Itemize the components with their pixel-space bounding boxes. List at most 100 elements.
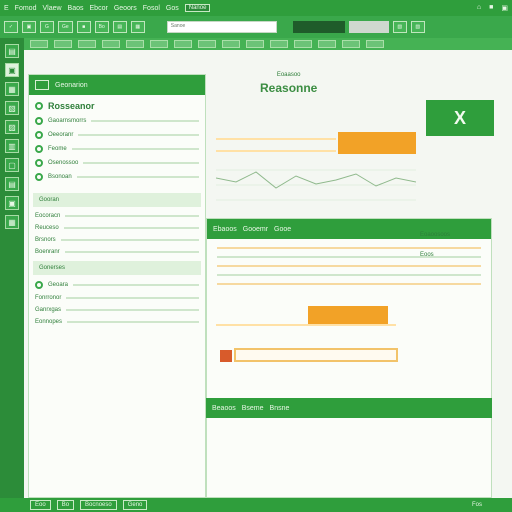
section-header-label: Gooran: [39, 197, 60, 203]
rail-icon[interactable]: ▣: [5, 196, 19, 210]
section-header[interactable]: Gonerses: [33, 261, 201, 275]
toolbar-button[interactable]: ▦: [130, 21, 145, 33]
list-item[interactable]: Geoara: [35, 281, 199, 289]
sheet-tab[interactable]: Eoo: [30, 500, 51, 510]
toolbar-button[interactable]: Ge: [58, 21, 73, 33]
list-item[interactable]: Bsonoan: [35, 173, 199, 181]
ribbon-cell[interactable]: [294, 40, 312, 48]
row-strip: [216, 132, 336, 140]
rail-icon[interactable]: ▥: [5, 139, 19, 153]
toolbar-button[interactable]: G: [40, 21, 54, 33]
menu-item[interactable]: Baos: [68, 5, 84, 12]
list-item[interactable]: Oeeoranr: [35, 131, 199, 139]
user-badge[interactable]: Nanoe: [184, 4, 211, 12]
menu-item[interactable]: Ebcor: [90, 5, 108, 12]
list-item-label: Oeeoranr: [48, 132, 74, 138]
progress-line: [76, 176, 199, 178]
ribbon-cell[interactable]: [342, 40, 360, 48]
list-item[interactable]: Osenossoo: [35, 159, 199, 167]
ribbon-cell[interactable]: [150, 40, 168, 48]
rail-icon[interactable]: ▧: [5, 101, 19, 115]
list-item[interactable]: Gaoarnsmorrs: [35, 117, 199, 125]
list-item[interactable]: Ganrxgas: [35, 307, 199, 313]
ribbon-cell[interactable]: [78, 40, 96, 48]
toolbar-button[interactable]: ▤: [112, 21, 127, 33]
list-item-label: Brsnors: [35, 237, 56, 243]
toolbar-button[interactable]: ▨: [410, 21, 425, 33]
rail-icon[interactable]: ▣: [5, 63, 19, 77]
section-header[interactable]: Gooran: [33, 193, 201, 207]
sheet-tab[interactable]: Geno: [122, 500, 148, 510]
left-rail: ▤ ▣ ▦ ▧ ▨ ▥ ▢ ▤ ▣ ▦: [0, 38, 24, 512]
home-icon[interactable]: ⌂: [477, 4, 481, 12]
progress-line: [83, 162, 199, 164]
toolbar-button[interactable]: ■: [76, 21, 91, 33]
progress-line: [66, 309, 199, 311]
left-panel-header: Geonarion: [29, 75, 205, 95]
toolbar-button[interactable]: Bo: [94, 21, 109, 33]
ribbon-cell[interactable]: [30, 40, 48, 48]
menu-item[interactable]: Gos: [166, 5, 179, 12]
menu-item[interactable]: Fosol: [143, 5, 160, 12]
section-2-item[interactable]: Bseme: [242, 405, 264, 412]
maximize-icon[interactable]: ■: [489, 4, 493, 12]
list-item[interactable]: Brsnors: [35, 237, 199, 243]
rail-icon[interactable]: ▨: [5, 120, 19, 134]
list-item[interactable]: Feome: [35, 145, 199, 153]
main-panel-item[interactable]: Gooemr: [243, 226, 268, 233]
list-item[interactable]: Fonrronor: [35, 295, 199, 301]
section-header-label: Gonerses: [39, 265, 66, 271]
ribbon-cell[interactable]: [318, 40, 336, 48]
toolbar-button[interactable]: ✓: [4, 21, 18, 33]
rail-icon[interactable]: ▢: [5, 158, 19, 172]
list-item-label: Gaoarnsmorrs: [48, 118, 87, 124]
list-item-label: Geoara: [48, 282, 69, 288]
sheet-tab[interactable]: Bocnoeso: [80, 500, 117, 510]
ribbon-cell[interactable]: [270, 40, 288, 48]
highlight-cell[interactable]: [338, 132, 416, 154]
menu-item[interactable]: Vlaew: [42, 5, 61, 12]
toolbar-button[interactable]: ▧: [392, 21, 407, 33]
table-row[interactable]: [217, 274, 481, 276]
main-panel-item[interactable]: Gooe: [274, 226, 291, 233]
sheet-tab[interactable]: Bo: [56, 500, 75, 510]
ribbon-cell[interactable]: [126, 40, 144, 48]
menu-item[interactable]: Geoors: [114, 5, 137, 12]
ribbon-cell[interactable]: [198, 40, 216, 48]
rail-icon[interactable]: ▤: [5, 177, 19, 191]
rail-icon[interactable]: ▤: [5, 44, 19, 58]
right-label: Eoaoosoos: [420, 232, 451, 238]
app-icon[interactable]: E: [4, 5, 9, 12]
rail-icon[interactable]: ▦: [5, 215, 19, 229]
list-item-label: Feome: [48, 146, 67, 152]
right-label: Eoos: [420, 252, 434, 258]
logo-text: X: [453, 107, 466, 128]
ribbon-cell[interactable]: [366, 40, 384, 48]
progress-line: [67, 321, 199, 323]
list-item[interactable]: Eonnopes: [35, 319, 199, 325]
table-row[interactable]: [217, 265, 481, 267]
ribbon-cell[interactable]: [222, 40, 240, 48]
close-icon[interactable]: ▣: [501, 4, 508, 12]
highlight-cell[interactable]: [308, 306, 388, 324]
section-2-title: Beaoos: [212, 404, 236, 412]
menu-item[interactable]: Fomod: [15, 5, 37, 12]
list-item[interactable]: Rosseanor: [35, 101, 199, 111]
alert-bar[interactable]: [234, 348, 398, 362]
alert-icon[interactable]: [220, 350, 232, 362]
rail-icon[interactable]: ▦: [5, 82, 19, 96]
dark-block: [292, 21, 345, 33]
title-bar: E Fomod Vlaew Baos Ebcor Geoors Fosol Go…: [0, 0, 512, 16]
progress-line: [66, 297, 199, 299]
ribbon-cell[interactable]: [174, 40, 192, 48]
list-item[interactable]: Reuceso: [35, 225, 199, 231]
list-item[interactable]: Boenranr: [35, 249, 199, 255]
toolbar-button[interactable]: ▣: [22, 21, 36, 33]
search-input[interactable]: Sanoe: [166, 21, 277, 33]
ribbon-cell[interactable]: [246, 40, 264, 48]
ribbon-cell[interactable]: [54, 40, 72, 48]
section-2-item[interactable]: Bnsne: [270, 405, 290, 412]
table-row[interactable]: [217, 283, 481, 285]
list-item[interactable]: Eocoracn: [35, 213, 199, 219]
ribbon-cell[interactable]: [102, 40, 120, 48]
